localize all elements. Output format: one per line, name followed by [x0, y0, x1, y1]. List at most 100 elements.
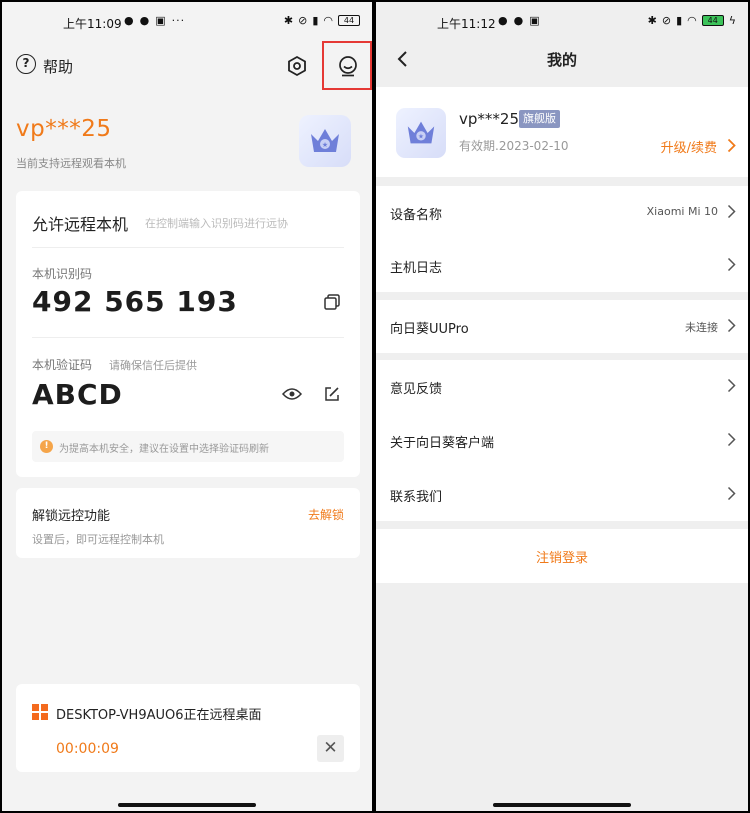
wifi-icon: ◠	[323, 14, 333, 27]
home-indicator[interactable]	[118, 803, 256, 807]
row-host-log[interactable]: 主机日志	[376, 239, 748, 292]
security-tip-text: 为提高本机安全，建议在设置中选择验证码刷新	[59, 444, 269, 455]
app-icon: ▣	[529, 14, 540, 27]
remote-card-title: 允许远程本机	[32, 215, 129, 234]
verify-code-hint: 请确保信任后提供	[109, 359, 197, 372]
unlock-link[interactable]: 去解锁	[308, 506, 344, 523]
settings-hex-icon[interactable]	[286, 55, 308, 77]
row-value: Xiaomi Mi 10	[646, 205, 718, 218]
home-indicator[interactable]	[493, 803, 631, 807]
row-about[interactable]: 关于向日葵客户端	[376, 414, 748, 467]
mute-icon: ⊘	[298, 14, 308, 27]
row-label: 主机日志	[390, 261, 443, 276]
home-screen: 上午11:09 ● ● ▣ ··· ✱ ⊘ ▮ ◠ 44 ? 帮助 vp***2…	[2, 2, 372, 811]
status-bar: 上午11:12 ● ● ▣ ✱ ⊘ ▮ ◠ 44 ϟ	[376, 2, 748, 42]
profile-screen: 上午11:12 ● ● ▣ ✱ ⊘ ▮ ◠ 44 ϟ 我的 ★ vp***25 …	[376, 2, 748, 811]
row-label: 设备名称	[390, 208, 443, 223]
unlock-subtitle: 设置后，即可远程控制本机	[32, 533, 164, 546]
status-bar: 上午11:09 ● ● ▣ ··· ✱ ⊘ ▮ ◠ 44	[2, 2, 372, 42]
session-timer: 00:00:09	[56, 741, 119, 757]
chevron-right-icon	[727, 138, 736, 153]
windows-icon	[32, 704, 48, 720]
profile-face-icon	[339, 56, 357, 77]
notification-icons: ● ● ▣ ···	[124, 14, 185, 28]
security-tip: ! 为提高本机安全，建议在设置中选择验证码刷新	[32, 431, 344, 462]
row-contact[interactable]: 联系我们	[376, 468, 748, 521]
crown-icon: ★	[311, 129, 339, 152]
unlock-remote-card: 解锁远控功能 设置后，即可远程控制本机 去解锁	[16, 488, 360, 558]
more-dots-icon: ···	[171, 14, 186, 27]
battery-icon: 44	[338, 15, 360, 26]
support-group: 意见反馈 关于向日葵客户端 联系我们	[376, 360, 748, 521]
notification-icons: ● ● ▣	[498, 14, 540, 28]
logout-button[interactable]: 注销登录	[376, 529, 748, 583]
svg-text:★: ★	[322, 141, 328, 149]
account-subtitle: 当前支持远程观看本机	[16, 157, 126, 170]
row-feedback[interactable]: 意见反馈	[376, 360, 748, 413]
profile-username: vp***25	[459, 110, 519, 128]
unlock-title: 解锁远控功能	[32, 509, 111, 524]
row-label: 向日葵UUPro	[390, 322, 469, 337]
chevron-right-icon	[727, 257, 736, 272]
copy-icon[interactable]	[323, 293, 341, 311]
device-id-label: 本机识别码	[32, 267, 93, 281]
bluetooth-icon: ✱	[647, 14, 657, 27]
device-group: 设备名称 Xiaomi Mi 10 主机日志	[376, 186, 748, 292]
status-time: 上午11:09	[63, 17, 122, 31]
chevron-right-icon	[727, 432, 736, 447]
qq-icon: ●	[498, 14, 508, 27]
device-id-value: 492 565 193	[32, 285, 238, 318]
battery-icon: 44	[701, 15, 724, 26]
row-value: 未连接	[685, 321, 718, 334]
bluetooth-icon: ✱	[283, 14, 294, 27]
edit-icon[interactable]	[323, 385, 341, 403]
row-label: 意见反馈	[390, 382, 443, 397]
signal-icon: ▮	[312, 14, 319, 27]
profile-button[interactable]	[322, 41, 372, 90]
info-icon: !	[40, 440, 53, 453]
row-device-name[interactable]: 设备名称 Xiaomi Mi 10	[376, 186, 748, 239]
vip-crown-badge: ★	[396, 108, 446, 158]
chevron-right-icon	[727, 378, 736, 393]
session-title: DESKTOP-VH9AUO6正在远程桌面	[56, 708, 262, 723]
expiry-date: 有效期.2023-02-10	[459, 139, 569, 153]
vip-crown-badge: ★	[299, 115, 351, 167]
divider	[32, 337, 344, 338]
chevron-right-icon	[727, 486, 736, 501]
app-icon: ▣	[155, 14, 166, 27]
svg-text:★: ★	[418, 133, 424, 141]
system-icons: ✱ ⊘ ▮ ◠ 44 ϟ	[648, 14, 736, 27]
remote-permission-card: 允许远程本机 在控制端输入识别码进行远协 本机识别码 492 565 193 本…	[16, 191, 360, 477]
remote-session-card: DESKTOP-VH9AUO6正在远程桌面 00:00:09 ✕	[16, 684, 360, 772]
upgrade-link[interactable]: 升级/续费	[661, 137, 717, 156]
row-label: 联系我们	[390, 490, 443, 505]
verify-code-label: 本机验证码	[32, 358, 93, 372]
mute-icon: ⊘	[661, 14, 672, 27]
help-label[interactable]: 帮助	[43, 56, 73, 77]
chevron-right-icon	[727, 204, 736, 219]
charging-icon: ϟ	[728, 14, 736, 27]
chevron-right-icon	[727, 318, 736, 333]
page-title: 我的	[546, 51, 577, 69]
row-label: 关于向日葵客户端	[390, 436, 495, 451]
help-icon[interactable]: ?	[16, 54, 36, 74]
wifi-icon: ◠	[687, 14, 697, 27]
status-time: 上午11:12	[437, 17, 496, 31]
divider	[32, 247, 344, 248]
remote-card-hint: 在控制端输入识别码进行远协	[145, 217, 288, 230]
account-username: vp***25	[16, 116, 112, 142]
tier-badge: 旗舰版	[519, 110, 560, 128]
qq-icon: ●	[513, 14, 524, 27]
signal-icon: ▮	[676, 14, 683, 27]
row-uupro[interactable]: 向日葵UUPro 未连接	[376, 300, 748, 353]
profile-section[interactable]: ★ vp***25 旗舰版 有效期.2023-02-10 升级/续费	[376, 87, 748, 177]
logout-label: 注销登录	[535, 551, 588, 566]
eye-icon[interactable]	[282, 387, 302, 401]
uupro-group: 向日葵UUPro 未连接	[376, 300, 748, 353]
system-icons: ✱ ⊘ ▮ ◠ 44	[284, 14, 360, 27]
crown-icon: ★	[407, 121, 435, 144]
qq-icon: ●	[139, 14, 150, 27]
verify-code-value: ABCD	[32, 378, 123, 411]
close-session-button[interactable]: ✕	[317, 735, 344, 762]
qq-icon: ●	[124, 14, 134, 27]
